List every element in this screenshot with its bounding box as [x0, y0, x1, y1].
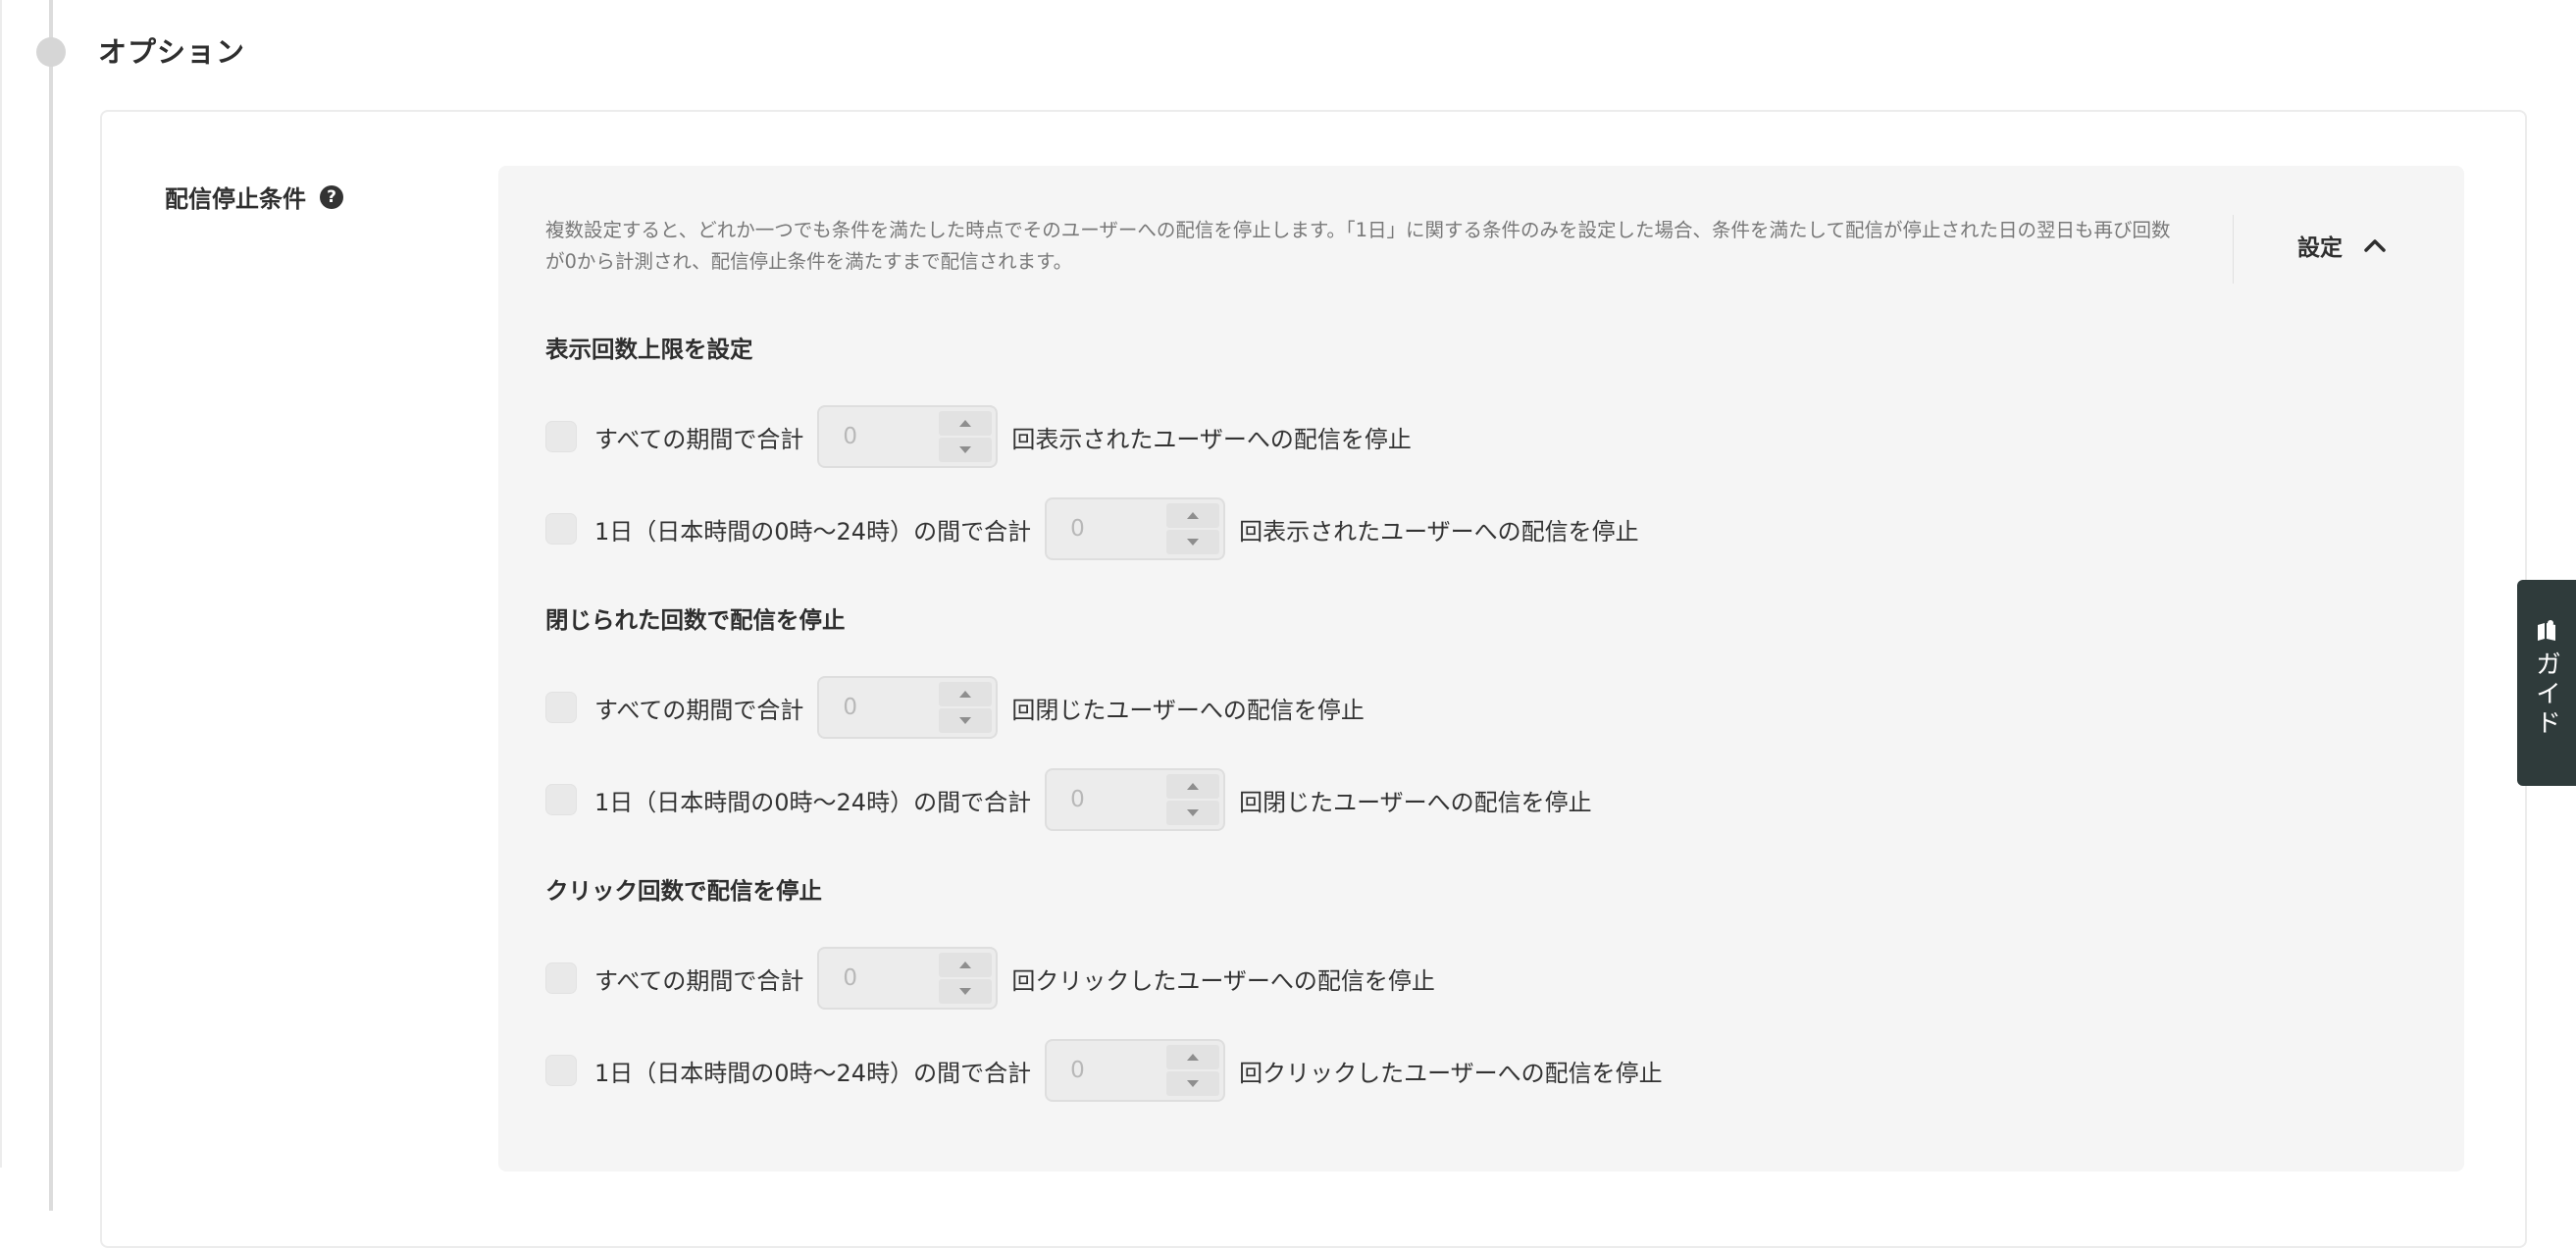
increment-button[interactable] — [1166, 1045, 1220, 1069]
outer-left-border — [0, 0, 2, 1168]
group-title-closes: 閉じられた回数で配信を停止 — [545, 606, 846, 634]
count-input[interactable]: 0 — [1070, 770, 1085, 829]
caret-down-icon — [1187, 809, 1200, 816]
increment-button[interactable] — [939, 411, 993, 436]
settings-toggle-label: 設定 — [2297, 235, 2343, 261]
caret-down-icon — [1187, 539, 1200, 546]
count-stepper[interactable]: 0 — [1045, 1039, 1226, 1102]
count-input[interactable]: 0 — [843, 407, 857, 466]
group-title-impressions: 表示回数上限を設定 — [545, 336, 753, 363]
count-stepper[interactable]: 0 — [1045, 768, 1226, 831]
caret-up-icon — [1187, 783, 1200, 790]
condition-row: 1日（日本時間の0時〜24時）の間で合計 0 回閉じたユーザーへの配信を停止 — [545, 768, 1592, 831]
timeline-line — [49, 0, 53, 1211]
field-label-row: 配信停止条件 ? — [165, 180, 343, 214]
settings-collapse-toggle[interactable]: 設定 — [2297, 229, 2386, 262]
condition-label: すべての期間で合計 — [594, 696, 804, 724]
condition-suffix: 回クリックしたユーザーへの配信を停止 — [1239, 1059, 1663, 1087]
guide-book-icon — [2538, 620, 2555, 641]
panel-divider — [2233, 215, 2234, 284]
condition-suffix: 回閉じたユーザーへの配信を停止 — [1239, 788, 1592, 816]
caret-up-icon — [959, 420, 972, 427]
condition-checkbox[interactable] — [545, 1055, 577, 1086]
count-stepper[interactable]: 0 — [817, 405, 999, 468]
decrement-button[interactable] — [1166, 1071, 1220, 1096]
count-input[interactable]: 0 — [843, 949, 857, 1008]
increment-button[interactable] — [1166, 503, 1220, 528]
caret-up-icon — [959, 691, 972, 698]
caret-up-icon — [1187, 512, 1200, 519]
decrement-button[interactable] — [939, 438, 993, 462]
timeline-step-dot — [36, 37, 66, 67]
condition-row: すべての期間で合計 0 回クリックしたユーザーへの配信を停止 — [545, 947, 1435, 1010]
condition-suffix: 回表示されたユーザーへの配信を停止 — [1011, 425, 1412, 453]
increment-button[interactable] — [939, 953, 993, 977]
increment-button[interactable] — [1166, 774, 1220, 799]
guide-tab[interactable]: ガイド — [2517, 580, 2576, 786]
chevron-up-icon — [2364, 239, 2386, 252]
decrement-button[interactable] — [939, 979, 993, 1004]
stop-conditions-panel: 複数設定すると、どれか一つでも条件を満たした時点でそのユーザーへの配信を停止しま… — [498, 166, 2464, 1171]
guide-tab-label: ガイド — [2531, 650, 2561, 739]
condition-row: すべての期間で合計 0 回表示されたユーザーへの配信を停止 — [545, 405, 1412, 468]
condition-label: 1日（日本時間の0時〜24時）の間で合計 — [594, 517, 1032, 546]
increment-button[interactable] — [939, 682, 993, 706]
caret-down-icon — [959, 717, 972, 724]
caret-down-icon — [959, 446, 972, 453]
group-title-clicks: クリック回数で配信を停止 — [545, 877, 822, 905]
caret-down-icon — [1187, 1080, 1200, 1087]
count-input[interactable]: 0 — [1070, 499, 1085, 558]
field-label: 配信停止条件 — [165, 185, 306, 213]
count-stepper[interactable]: 0 — [817, 676, 999, 739]
condition-label: 1日（日本時間の0時〜24時）の間で合計 — [594, 788, 1032, 816]
condition-label: すべての期間で合計 — [594, 966, 804, 995]
decrement-button[interactable] — [1166, 530, 1220, 554]
condition-suffix: 回閉じたユーザーへの配信を停止 — [1011, 696, 1365, 724]
section-title: オプション — [98, 35, 246, 69]
caret-up-icon — [1187, 1054, 1200, 1061]
condition-label: 1日（日本時間の0時〜24時）の間で合計 — [594, 1059, 1032, 1087]
count-input[interactable]: 0 — [843, 678, 857, 737]
condition-checkbox[interactable] — [545, 962, 577, 994]
count-input[interactable]: 0 — [1070, 1041, 1085, 1100]
count-stepper[interactable]: 0 — [817, 947, 999, 1010]
condition-label: すべての期間で合計 — [594, 425, 804, 453]
condition-suffix: 回クリックしたユーザーへの配信を停止 — [1011, 966, 1435, 995]
decrement-button[interactable] — [939, 708, 993, 733]
condition-row: すべての期間で合計 0 回閉じたユーザーへの配信を停止 — [545, 676, 1365, 739]
caret-down-icon — [959, 988, 972, 995]
condition-checkbox[interactable] — [545, 513, 577, 545]
condition-suffix: 回表示されたユーザーへの配信を停止 — [1239, 517, 1639, 546]
panel-description: 複数設定すると、どれか一つでも条件を満たした時点でそのユーザーへの配信を停止しま… — [545, 219, 2171, 273]
condition-checkbox[interactable] — [545, 692, 577, 723]
condition-checkbox[interactable] — [545, 784, 577, 815]
decrement-button[interactable] — [1166, 801, 1220, 825]
count-stepper[interactable]: 0 — [1045, 497, 1226, 560]
condition-row: 1日（日本時間の0時〜24時）の間で合計 0 回表示されたユーザーへの配信を停止 — [545, 497, 1639, 560]
condition-row: 1日（日本時間の0時〜24時）の間で合計 0 回クリックしたユーザーへの配信を停… — [545, 1039, 1663, 1102]
question-circle-icon[interactable]: ? — [320, 184, 343, 209]
caret-up-icon — [959, 962, 972, 968]
condition-checkbox[interactable] — [545, 421, 577, 452]
